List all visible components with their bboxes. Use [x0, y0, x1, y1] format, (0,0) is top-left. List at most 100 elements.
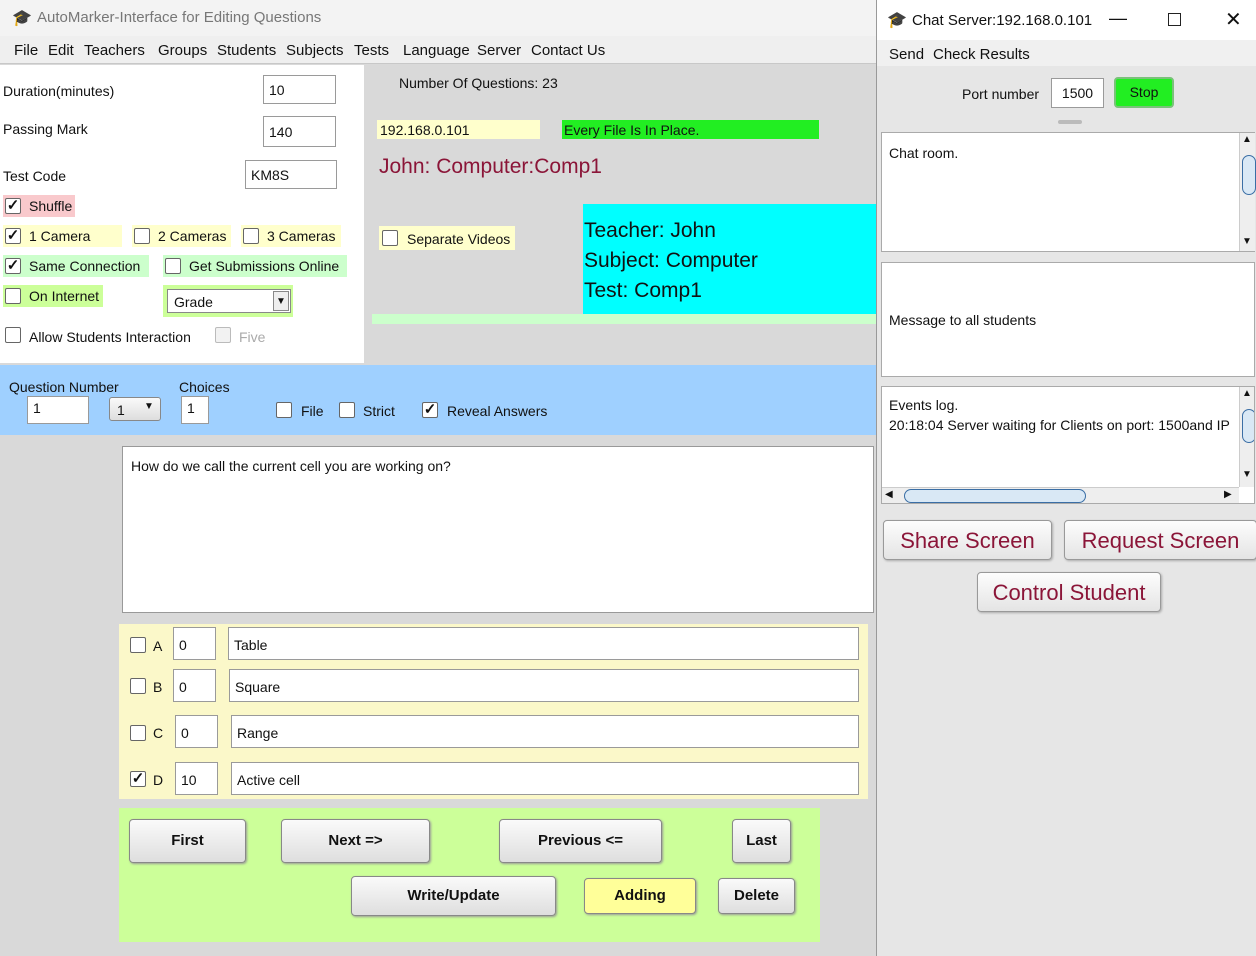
test-code-input[interactable]: KM8S [245, 160, 337, 189]
menu-edit[interactable]: Edit [48, 42, 74, 59]
choices-input[interactable]: 1 [181, 396, 209, 424]
passing-mark-input[interactable]: 140 [263, 116, 336, 147]
menu-send[interactable]: Send [889, 46, 924, 63]
session-title: John: Computer:Comp1 [379, 155, 602, 178]
camera3-row[interactable]: 3 Cameras [241, 225, 341, 247]
minimize-icon[interactable]: — [1109, 8, 1127, 29]
on-internet-checkbox[interactable] [5, 288, 21, 304]
answer-d-mark[interactable]: 10 [175, 762, 218, 795]
answer-d-text[interactable]: Active cell [231, 762, 859, 795]
control-student-button[interactable]: Control Student [977, 572, 1161, 612]
camera3-checkbox[interactable] [243, 228, 259, 244]
allow-interaction-label: Allow Students Interaction [29, 329, 191, 345]
scroll-up-icon[interactable]: ▲ [1242, 134, 1252, 145]
port-input[interactable]: 1500 [1051, 78, 1104, 108]
answer-b-text[interactable]: Square [229, 669, 859, 702]
first-button[interactable]: First [129, 819, 246, 863]
scroll-down-icon[interactable]: ▼ [1242, 469, 1252, 480]
five-checkbox[interactable] [215, 327, 231, 343]
events-log-scrollbar[interactable]: ▲ ▼ [1239, 387, 1254, 487]
delete-button[interactable]: Delete [718, 878, 795, 914]
scroll-left-icon[interactable]: ◀ [885, 489, 893, 500]
scroll-thumb[interactable] [1242, 155, 1256, 195]
previous-button[interactable]: Previous <= [499, 819, 662, 863]
maximize-icon[interactable] [1168, 13, 1181, 26]
menu-check-results[interactable]: Check Results [933, 46, 1030, 63]
camera1-checkbox[interactable]: ✓ [5, 228, 21, 244]
camera1-row[interactable]: ✓ 1 Camera [3, 225, 122, 247]
duration-input[interactable]: 10 [263, 75, 336, 104]
adding-button[interactable]: Adding [584, 878, 696, 914]
separate-videos-checkbox[interactable] [382, 230, 398, 246]
chevron-down-icon[interactable]: ▼ [273, 291, 289, 311]
chat-room-area[interactable]: Chat room. ▲ ▼ [881, 132, 1256, 252]
shuffle-checkbox[interactable]: ✓ [5, 198, 21, 214]
answer-a-mark[interactable]: 0 [173, 627, 216, 660]
share-screen-button[interactable]: Share Screen [883, 520, 1052, 560]
next-button[interactable]: Next => [281, 819, 430, 863]
message-input[interactable]: Message to all students [881, 262, 1255, 377]
grade-select[interactable]: Grade ▼ [167, 289, 291, 313]
question-textarea[interactable]: How do we call the current cell you are … [122, 446, 874, 613]
allow-interaction-checkbox[interactable] [5, 327, 21, 343]
main-window-title: AutoMarker-Interface for Editing Questio… [37, 9, 322, 26]
session-info-box: Teacher: John Subject: Computer Test: Co… [583, 204, 876, 314]
last-button[interactable]: Last [732, 819, 791, 863]
get-submissions-label: Get Submissions Online [189, 258, 340, 274]
duration-label: Duration(minutes) [3, 83, 115, 99]
get-submissions-checkbox[interactable] [165, 258, 181, 274]
request-screen-button[interactable]: Request Screen [1064, 520, 1256, 560]
camera2-checkbox[interactable] [134, 228, 150, 244]
camera2-label: 2 Cameras [158, 228, 227, 244]
menu-contact-us[interactable]: Contact Us [531, 42, 605, 59]
close-icon[interactable]: ✕ [1225, 7, 1242, 32]
answer-row: ✓ D 10 Active cell [119, 758, 868, 798]
same-connection-checkbox[interactable]: ✓ [5, 258, 21, 274]
answer-b-mark[interactable]: 0 [173, 669, 216, 702]
shuffle-checkbox-row[interactable]: ✓ Shuffle [3, 195, 75, 217]
camera2-row[interactable]: 2 Cameras [132, 225, 231, 247]
menu-students[interactable]: Students [217, 42, 276, 59]
splitter-handle[interactable] [1058, 120, 1082, 124]
question-count: Number Of Questions: 23 [399, 75, 558, 91]
question-number-select[interactable]: 1 ▼ [109, 397, 161, 421]
events-log-hscrollbar[interactable]: ◀ ▶ [882, 487, 1239, 503]
menu-language[interactable]: Language [403, 42, 470, 59]
stop-button[interactable]: Stop [1114, 77, 1174, 108]
menu-teachers[interactable]: Teachers [84, 42, 145, 59]
strict-checkbox[interactable] [339, 402, 355, 418]
question-number-input[interactable]: 1 [27, 396, 89, 424]
menu-subjects[interactable]: Subjects [286, 42, 344, 59]
answer-a-checkbox[interactable] [130, 637, 146, 653]
app-logo-icon: 🎓 [12, 10, 32, 27]
get-submissions-row[interactable]: Get Submissions Online [163, 255, 347, 277]
events-log-area[interactable]: Events log. 20:18:04 Server waiting for … [881, 386, 1255, 504]
scroll-thumb[interactable] [904, 489, 1086, 503]
shuffle-label: Shuffle [29, 198, 73, 214]
menu-tests[interactable]: Tests [354, 42, 389, 59]
answer-a-text[interactable]: Table [228, 627, 859, 660]
scroll-right-icon[interactable]: ▶ [1224, 489, 1232, 500]
reveal-answers-checkbox[interactable]: ✓ [422, 402, 438, 418]
answer-b-checkbox[interactable] [130, 678, 146, 694]
answer-d-checkbox[interactable]: ✓ [130, 771, 146, 787]
separate-videos-row[interactable]: Separate Videos [379, 226, 515, 250]
chat-room-scrollbar[interactable]: ▲ ▼ [1239, 133, 1256, 251]
menu-groups[interactable]: Groups [158, 42, 207, 59]
scroll-thumb[interactable] [1242, 409, 1254, 443]
same-connection-row[interactable]: ✓ Same Connection [3, 255, 149, 277]
answer-c-checkbox[interactable] [130, 725, 146, 741]
file-status-badge: Every File Is In Place. [562, 120, 819, 139]
answer-c-text[interactable]: Range [231, 715, 859, 748]
menu-server[interactable]: Server [477, 42, 521, 59]
write-update-button[interactable]: Write/Update [351, 876, 556, 916]
main-window: 🎓 AutoMarker-Interface for Editing Quest… [0, 0, 876, 956]
scroll-down-icon[interactable]: ▼ [1242, 236, 1252, 247]
on-internet-row[interactable]: On Internet [3, 285, 103, 307]
file-checkbox[interactable] [276, 402, 292, 418]
scroll-up-icon[interactable]: ▲ [1242, 388, 1252, 399]
question-number-label: Question Number [9, 379, 119, 395]
menu-file[interactable]: File [14, 42, 38, 59]
answer-c-mark[interactable]: 0 [175, 715, 218, 748]
subject-text: Subject: Computer [584, 249, 758, 272]
